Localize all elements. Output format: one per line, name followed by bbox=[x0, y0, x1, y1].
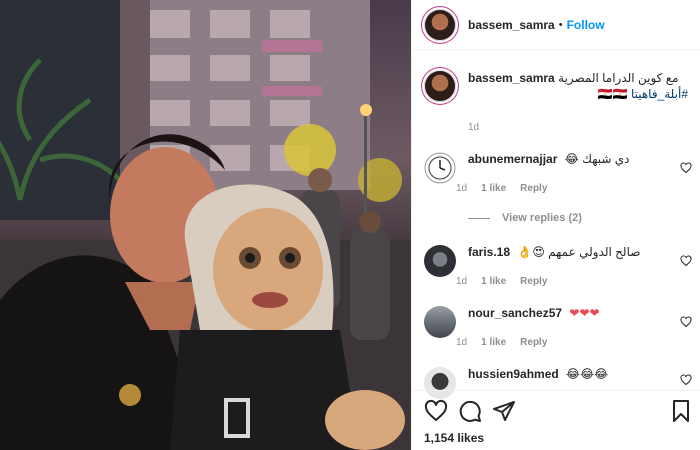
post-sidebar: bassem_samra • Follow bassem_samra مع كو… bbox=[411, 0, 700, 450]
comment-like-heart-icon[interactable] bbox=[680, 162, 692, 174]
heart-icon[interactable] bbox=[424, 399, 448, 423]
comment-username[interactable]: faris.18 bbox=[468, 245, 510, 259]
comment-timestamp[interactable]: 1d bbox=[456, 337, 467, 348]
caption-text: مع كوين الدراما المصرية bbox=[558, 71, 679, 85]
comment-icon[interactable] bbox=[458, 399, 482, 423]
comment-text: دي شبهك 😂 bbox=[564, 152, 630, 166]
post-photo[interactable] bbox=[0, 0, 411, 450]
comment-like-count[interactable]: 1 like bbox=[481, 337, 506, 348]
comment-reply-button[interactable]: Reply bbox=[520, 337, 547, 348]
comment-like-count[interactable]: 1 like bbox=[481, 183, 506, 194]
comment-like-count[interactable]: 1 like bbox=[481, 276, 506, 287]
comment-text: ❤❤❤ bbox=[569, 306, 600, 320]
comment-item: faris.18 صالح الدولي عمهم 😍👌 bbox=[424, 245, 694, 277]
author-avatar[interactable] bbox=[424, 8, 456, 41]
comment-like-heart-icon[interactable] bbox=[680, 374, 692, 386]
view-replies-line bbox=[468, 217, 490, 219]
post-actions-bar: 1,154 likes bbox=[412, 390, 700, 450]
view-replies-label: View replies (2) bbox=[502, 212, 582, 224]
comment-username[interactable]: abunemernajjar bbox=[468, 152, 557, 166]
clock-icon bbox=[424, 152, 456, 184]
view-replies-button[interactable]: View replies (2) bbox=[468, 212, 582, 224]
comment-reply-button[interactable]: Reply bbox=[520, 183, 547, 194]
comment-item: abunemernajjar دي شبهك 😂 bbox=[424, 152, 694, 184]
comment-avatar[interactable] bbox=[424, 152, 456, 184]
comment-username[interactable]: nour_sanchez57 bbox=[468, 306, 562, 320]
like-count[interactable]: 1,154 likes bbox=[424, 431, 484, 445]
comment-item: nour_sanchez57 ❤❤❤ bbox=[424, 306, 694, 338]
comment-timestamp[interactable]: 1d bbox=[456, 183, 467, 194]
author-username[interactable]: bassem_samra bbox=[468, 18, 555, 32]
post-caption: bassem_samra مع كوين الدراما المصرية #أب… bbox=[424, 70, 694, 102]
comment-avatar[interactable] bbox=[424, 245, 456, 277]
comment-like-heart-icon[interactable] bbox=[680, 316, 692, 328]
bookmark-icon[interactable] bbox=[669, 399, 693, 423]
post-header: bassem_samra • Follow bbox=[412, 0, 700, 50]
share-icon[interactable] bbox=[492, 399, 516, 423]
caption-username[interactable]: bassem_samra bbox=[468, 71, 555, 85]
follow-button[interactable]: Follow bbox=[567, 18, 605, 32]
comment-meta: 1d 1 like Reply bbox=[456, 337, 547, 348]
comment-reply-button[interactable]: Reply bbox=[520, 276, 547, 287]
comment-text: 😂😂😂 bbox=[566, 367, 609, 381]
comment-meta: 1d 1 like Reply bbox=[456, 276, 547, 287]
comment-meta: 1d 1 like Reply bbox=[456, 183, 547, 194]
comment-username[interactable]: hussien9ahmed bbox=[468, 367, 559, 381]
separator-dot: • bbox=[558, 18, 563, 31]
post-photo-illustration bbox=[0, 0, 411, 450]
comment-like-heart-icon[interactable] bbox=[680, 255, 692, 267]
caption-timestamp[interactable]: 1d bbox=[468, 122, 479, 133]
caption-avatar[interactable] bbox=[424, 70, 456, 102]
instagram-post: bassem_samra • Follow bassem_samra مع كو… bbox=[0, 0, 700, 450]
comment-text: صالح الدولي عمهم 😍👌 bbox=[517, 245, 641, 259]
caption-hashtags[interactable]: #أبلة_فاهيتا 🇪🇬🇪🇬 bbox=[468, 86, 688, 102]
comment-avatar[interactable] bbox=[424, 306, 456, 338]
comment-timestamp[interactable]: 1d bbox=[456, 276, 467, 287]
